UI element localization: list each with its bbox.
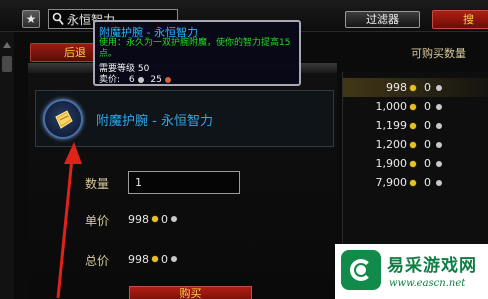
silver-coin-icon: [137, 76, 144, 83]
available-quantity-header: 可购买数量: [411, 47, 466, 60]
row-silver: 0: [424, 176, 431, 189]
quantity-label: 数量: [85, 177, 110, 191]
magnifier-icon: [52, 12, 64, 26]
scroll-up-icon[interactable]: [3, 42, 11, 48]
silver-coin-icon: [436, 85, 442, 91]
silver-coin-icon: [436, 104, 442, 110]
tooltip-sell-price: 卖价: 6 25: [99, 72, 171, 85]
unit-price-label: 单价: [85, 214, 110, 228]
unit-price-silver: 0: [161, 213, 168, 226]
silver-coin-icon: [436, 142, 442, 148]
quantity-input[interactable]: 1: [128, 171, 240, 194]
tooltip-sell-label: 卖价:: [99, 75, 121, 85]
gold-coin-icon: [410, 85, 416, 91]
search-button[interactable]: 搜: [432, 10, 488, 29]
gold-coin-icon: [410, 161, 416, 167]
row-gold: 998: [386, 81, 407, 94]
gold-coin-icon: [410, 104, 416, 110]
buy-button[interactable]: 购买: [129, 286, 252, 299]
filter-button[interactable]: 过滤器: [345, 11, 420, 28]
silver-coin-icon: [171, 216, 177, 222]
watermark-title: 易采游戏网: [387, 256, 477, 276]
unit-price-value: 998 0: [128, 213, 180, 226]
gold-coin-icon: [410, 123, 416, 129]
scroll-icon: [55, 110, 73, 129]
price-list-row[interactable]: 1,199 0: [343, 116, 488, 135]
row-gold: 1,000: [375, 100, 408, 113]
gold-coin-icon: [410, 180, 416, 186]
item-name: 附魔护腕 - 永恒智力: [96, 114, 213, 129]
item-tooltip: 附魔护腕 - 永恒智力 使用：永久为一双护腕附魔，使你的智力提高15点。 需要等…: [93, 20, 301, 86]
gold-coin-icon: [410, 142, 416, 148]
copper-coin-icon: [164, 76, 171, 83]
site-watermark: 易采游戏网 www.eascn.net: [335, 244, 488, 299]
price-list-row[interactable]: 998 0: [343, 78, 488, 97]
row-gold: 1,900: [375, 157, 408, 170]
tooltip-description: 使用：永久为一双护腕附魔，使你的智力提高15点。: [99, 38, 291, 59]
tooltip-sell-silver: 6: [128, 75, 135, 85]
row-silver: 0: [424, 157, 431, 170]
row-silver: 0: [424, 119, 431, 132]
row-gold: 1,200: [375, 138, 408, 151]
gold-coin-icon: [152, 216, 158, 222]
price-list-row[interactable]: 1,000 0: [343, 97, 488, 116]
watermark-url: www.eascn.net: [389, 278, 466, 289]
total-price-gold: 998: [128, 253, 149, 266]
scroll-thumb[interactable]: [2, 56, 12, 72]
silver-coin-icon: [436, 161, 442, 167]
price-list-row[interactable]: 7,900 0: [343, 173, 488, 192]
silver-coin-icon: [436, 180, 442, 186]
row-silver: 0: [424, 138, 431, 151]
price-list-row[interactable]: 1,200 0: [343, 135, 488, 154]
price-list: 998 0 1,000 0 1,199 0 1,200 0 1,900 0 7,900 0: [343, 78, 488, 192]
item-card[interactable]: 附魔护腕 - 永恒智力: [35, 90, 334, 147]
tooltip-sell-copper: 25: [150, 75, 162, 85]
total-price-label: 总价: [85, 254, 110, 268]
row-gold: 1,199: [375, 119, 408, 132]
price-list-row[interactable]: 1,900 0: [343, 154, 488, 173]
silver-coin-icon: [171, 256, 177, 262]
watermark-logo-icon: [341, 250, 381, 290]
total-price-silver: 0: [161, 253, 168, 266]
item-icon-frame: [43, 99, 83, 139]
back-button[interactable]: 后退: [30, 43, 98, 62]
total-price-value: 998 0: [128, 253, 180, 266]
red-arrow-annotation: [56, 142, 82, 299]
silver-coin-icon: [436, 123, 442, 129]
row-silver: 0: [424, 100, 431, 113]
favorite-button[interactable]: ★: [22, 10, 40, 28]
row-gold: 7,900: [375, 176, 408, 189]
gold-coin-icon: [152, 256, 158, 262]
unit-price-gold: 998: [128, 213, 149, 226]
left-scrollbar[interactable]: [0, 32, 14, 299]
row-silver: 0: [424, 81, 431, 94]
star-icon: ★: [25, 12, 37, 26]
